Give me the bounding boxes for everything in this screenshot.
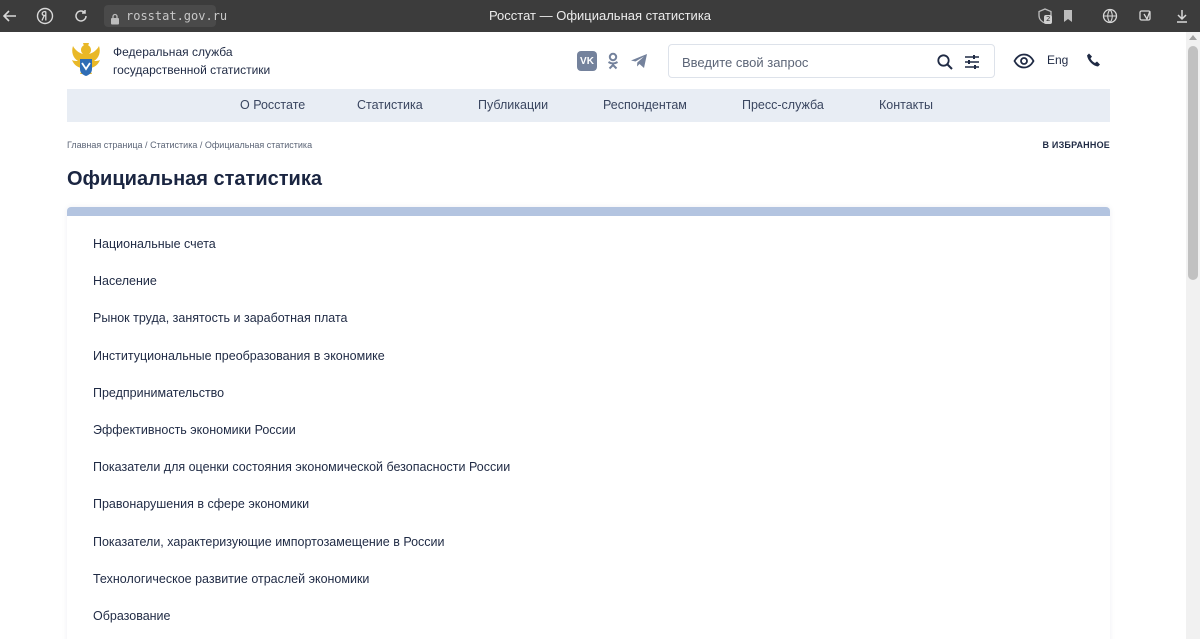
category-link[interactable]: Предпринимательство — [93, 386, 510, 423]
breadcrumb-current: Официальная статистика — [204, 140, 313, 150]
category-link[interactable]: Показатели, характеризующие импортозамещ… — [93, 535, 510, 572]
org-name[interactable]: Федеральная служба государственной стати… — [113, 43, 313, 79]
category-link[interactable]: Правонарушения в сфере экономики — [93, 497, 510, 534]
protect-badge: 2 — [1044, 15, 1053, 24]
download-icon[interactable] — [1172, 6, 1192, 26]
back-icon[interactable] — [0, 6, 20, 26]
phone-icon[interactable] — [1086, 52, 1102, 68]
telegram-icon[interactable] — [629, 51, 649, 71]
breadcrumb-separator: / — [142, 140, 148, 150]
add-to-favorites-button[interactable]: В ИЗБРАННОЕ — [1043, 140, 1111, 150]
category-link[interactable]: Население — [93, 274, 510, 311]
nav-item-publications[interactable]: Публикации — [478, 98, 548, 112]
translate-globe-icon[interactable] — [1100, 6, 1120, 26]
yandex-logo-icon[interactable] — [35, 6, 55, 26]
category-link[interactable]: Эффективность экономики России — [93, 423, 510, 460]
nav-item-about[interactable]: О Росстате — [240, 98, 305, 112]
nav-item-respondents[interactable]: Респондентам — [603, 98, 687, 112]
category-list: Национальные счета Население Рынок труда… — [93, 237, 510, 639]
category-link[interactable]: Институциональные преобразования в эконо… — [93, 349, 510, 386]
org-name-line2: государственной статистики — [113, 63, 271, 77]
reader-mode-icon[interactable] — [1136, 6, 1156, 26]
odnoklassniki-icon[interactable] — [603, 51, 623, 71]
scroll-up-arrow-icon[interactable] — [1189, 35, 1197, 40]
category-link[interactable]: Технологическое развитие отраслей эконом… — [93, 572, 510, 609]
breadcrumb-home[interactable]: Главная страница — [67, 140, 143, 150]
category-link[interactable]: Показатели для оценки состояния экономич… — [93, 460, 510, 497]
breadcrumb-statistics[interactable]: Статистика — [150, 140, 197, 150]
main-navigation: О Росстате Статистика Публикации Респонд… — [67, 89, 1110, 122]
category-link[interactable]: Образование — [93, 609, 510, 639]
url-text: rosstat.gov.ru — [126, 9, 228, 23]
language-switch[interactable]: Eng — [1047, 53, 1068, 67]
browser-toolbar: rosstat.gov.ru Росстат — Официальная ста… — [0, 0, 1200, 32]
org-name-line1: Федеральная служба — [113, 45, 233, 59]
page-title: Официальная статистика — [67, 168, 322, 190]
breadcrumb: Главная страница / Статистика / Официаль… — [67, 140, 312, 150]
vk-icon[interactable]: VK — [577, 51, 597, 71]
category-link[interactable]: Рынок труда, занятость и заработная плат… — [93, 311, 510, 348]
rosstat-emblem-logo[interactable] — [66, 41, 106, 83]
reload-icon[interactable] — [71, 6, 91, 26]
nav-item-contacts[interactable]: Контакты — [879, 98, 933, 112]
categories-panel: Национальные счета Население Рынок труда… — [67, 207, 1110, 639]
address-bar[interactable]: rosstat.gov.ru — [104, 5, 227, 27]
scrollbar-thumb[interactable] — [1188, 46, 1198, 280]
bookmark-icon[interactable] — [1058, 6, 1078, 26]
search-icon[interactable] — [936, 53, 954, 71]
filter-settings-icon[interactable] — [963, 53, 981, 71]
breadcrumb-separator: / — [197, 140, 203, 150]
nav-item-statistics[interactable]: Статистика — [357, 98, 423, 112]
nav-item-press[interactable]: Пресс-служба — [742, 98, 824, 112]
page-scrollbar[interactable] — [1186, 32, 1200, 639]
category-link[interactable]: Национальные счета — [93, 237, 510, 274]
search-input[interactable] — [682, 52, 932, 72]
lock-icon — [110, 10, 120, 25]
site-search — [668, 44, 995, 78]
panel-accent-bar — [67, 207, 1110, 216]
accessibility-eye-icon[interactable] — [1013, 51, 1035, 71]
